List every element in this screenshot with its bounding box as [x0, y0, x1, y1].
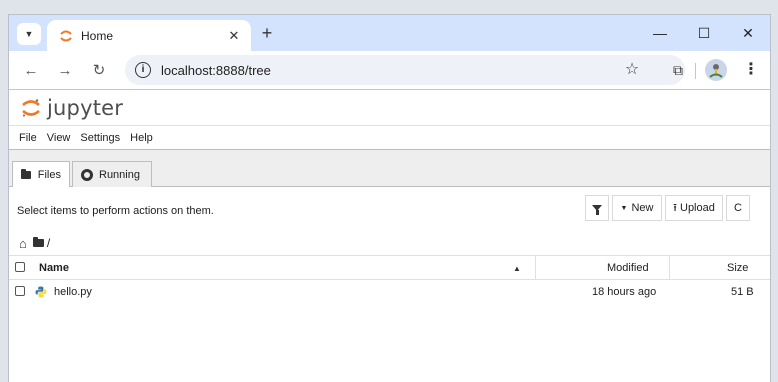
jupyter-logo-icon[interactable]: [21, 98, 41, 118]
reload-icon[interactable]: ↻: [85, 56, 113, 84]
tab-close-icon[interactable]: ✕: [225, 28, 243, 44]
refresh-icon: C: [734, 202, 742, 214]
column-divider[interactable]: [669, 256, 670, 280]
new-button[interactable]: ▼ New: [612, 195, 662, 221]
select-hint: Select items to perform actions on them.: [17, 205, 214, 217]
site-info-icon[interactable]: i: [135, 62, 151, 78]
tab-running[interactable]: Running: [72, 161, 152, 188]
tab-files-label: Files: [37, 169, 61, 181]
select-all-checkbox[interactable]: [15, 262, 25, 272]
file-browser-panel: Select items to perform actions on them.…: [9, 187, 770, 367]
file-row[interactable]: hello.py 18 hours ago 51 B: [9, 280, 770, 305]
menu-file[interactable]: File: [19, 132, 37, 144]
folder-icon: [21, 169, 31, 179]
jupyter-logo-text[interactable]: jupyter: [47, 96, 123, 120]
file-name[interactable]: hello.py: [54, 286, 92, 298]
menu-view[interactable]: View: [47, 132, 71, 144]
filter-button[interactable]: [585, 195, 609, 221]
refresh-button[interactable]: C: [726, 195, 750, 221]
breadcrumb-path[interactable]: /: [47, 236, 50, 250]
folder-icon[interactable]: [32, 237, 44, 247]
column-header-size[interactable]: Size: [727, 262, 748, 274]
jupyter-menubar: File View Settings Help: [9, 126, 770, 150]
file-modified: 18 hours ago: [592, 286, 657, 298]
file-list-header: Name ▲ Modified Size: [9, 255, 770, 280]
back-arrow-icon[interactable]: ←: [17, 56, 45, 84]
bookmark-star-icon[interactable]: ☆: [621, 59, 643, 81]
toolbar-divider: [695, 63, 696, 79]
menu-settings[interactable]: Settings: [80, 132, 120, 144]
extensions-icon[interactable]: ⧉: [667, 59, 689, 81]
column-header-name[interactable]: Name: [39, 262, 69, 274]
new-tab-button[interactable]: +: [256, 22, 278, 44]
sort-ascending-icon[interactable]: ▲: [513, 264, 521, 273]
column-header-modified[interactable]: Modified: [607, 262, 649, 274]
jupyter-header: jupyter: [9, 90, 770, 126]
filter-icon: [592, 205, 602, 215]
maximize-button[interactable]: ☐: [682, 15, 726, 51]
browser-toolbar: ← → ↻ i localhost:8888/tree ☆ ⧉ ⋮: [9, 51, 770, 90]
kebab-menu-icon[interactable]: ⋮: [740, 59, 762, 81]
caret-down-icon: ▼: [620, 204, 628, 212]
minimize-button[interactable]: —: [638, 15, 682, 51]
browser-tab-home[interactable]: Home ✕: [47, 20, 251, 51]
running-icon: [81, 169, 93, 181]
file-checkbox[interactable]: [15, 286, 25, 296]
breadcrumb: ⌂ /: [9, 231, 770, 255]
upload-button[interactable]: ⭱ Upload: [665, 195, 723, 221]
close-window-button[interactable]: ✕: [726, 15, 770, 51]
menu-help[interactable]: Help: [130, 132, 153, 144]
tab-search-icon[interactable]: ▼: [17, 23, 41, 45]
tab-title: Home: [81, 28, 114, 43]
avatar-image: [705, 59, 727, 81]
new-button-label: New: [631, 202, 654, 214]
column-divider[interactable]: [535, 256, 536, 280]
spacer: [9, 150, 770, 161]
tab-running-label: Running: [99, 169, 140, 181]
upload-button-label: Upload: [680, 202, 715, 214]
profile-avatar[interactable]: [705, 59, 727, 81]
forward-arrow-icon[interactable]: →: [51, 56, 79, 84]
python-file-icon: [35, 286, 47, 298]
jupyter-tabbar: Files Running: [9, 161, 770, 188]
url-text[interactable]: localhost:8888/tree: [161, 63, 271, 78]
address-bar[interactable]: i localhost:8888/tree: [125, 55, 685, 85]
jupyter-favicon: [60, 30, 72, 41]
window-controls: — ☐ ✕: [638, 15, 770, 51]
action-row: Select items to perform actions on them.…: [9, 187, 770, 231]
file-size: 51 B: [731, 286, 754, 298]
tab-strip: ▼ Home ✕ + — ☐ ✕: [9, 15, 770, 51]
browser-window: ▼ Home ✕ + — ☐ ✕ ← → ↻ i localhost:8888/…: [8, 14, 771, 382]
upload-icon: ⭱: [673, 201, 677, 214]
tab-files[interactable]: Files: [12, 161, 70, 188]
home-icon[interactable]: ⌂: [19, 236, 27, 251]
